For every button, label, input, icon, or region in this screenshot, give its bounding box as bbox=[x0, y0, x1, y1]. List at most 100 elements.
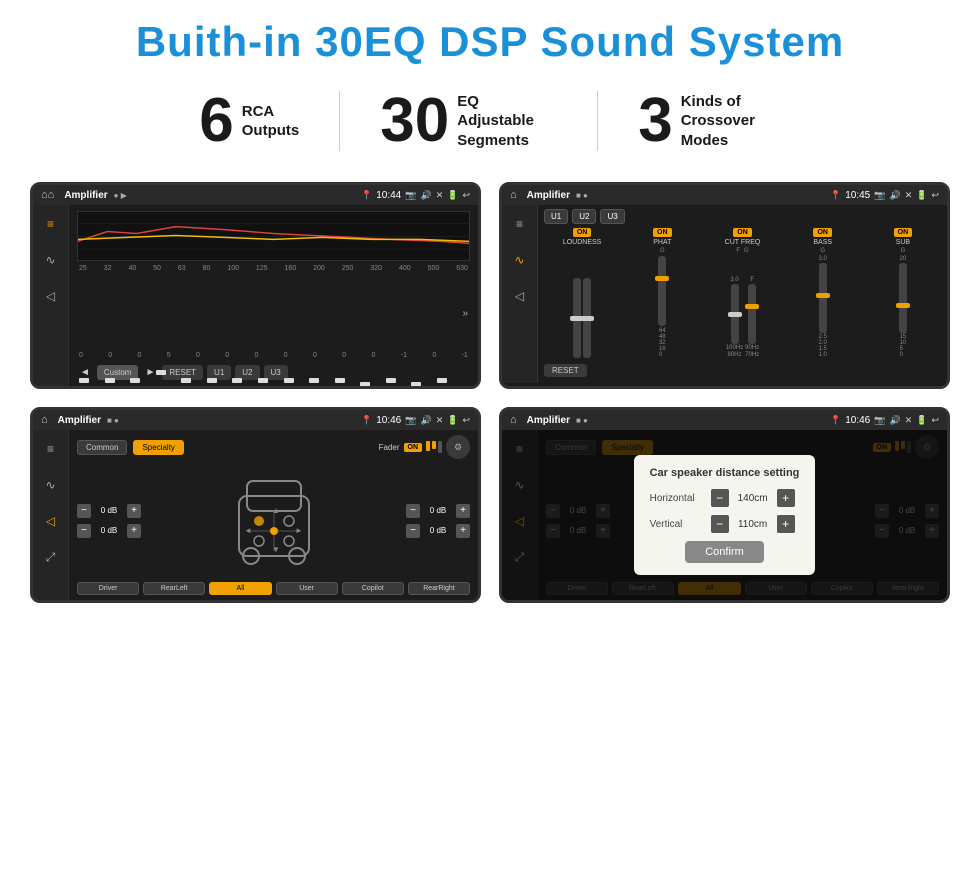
bass-label: BASS bbox=[813, 239, 832, 246]
home-icon-3[interactable]: ⌂ bbox=[41, 414, 48, 426]
loudness-on[interactable]: ON bbox=[573, 228, 592, 237]
status-icons-1: 📍 10:44 📷 🔊 ✕ 🔋 ↩ bbox=[361, 190, 470, 201]
fader-on-badge[interactable]: ON bbox=[404, 443, 423, 452]
vol-tr: − 0 dB + bbox=[406, 504, 470, 518]
vol-tl-minus[interactable]: − bbox=[77, 504, 91, 518]
btn-copilot[interactable]: Copilot bbox=[342, 582, 404, 595]
btn-driver[interactable]: Driver bbox=[77, 582, 139, 595]
eq-icon-1[interactable]: ≡ bbox=[40, 213, 62, 235]
btn-user[interactable]: User bbox=[276, 582, 338, 595]
stat-eq-number: 30 bbox=[380, 90, 449, 152]
sub-on[interactable]: ON bbox=[894, 228, 913, 237]
phat-val: 644832160 bbox=[659, 328, 666, 358]
back-icon-4[interactable]: ↩ bbox=[931, 415, 939, 426]
sub-sublabel: G bbox=[901, 248, 906, 254]
back-icon-3[interactable]: ↩ bbox=[462, 415, 470, 426]
svg-text:▲: ▲ bbox=[272, 506, 280, 515]
screen-dialog: ⌂ Amplifier ■ ● 📍 10:46 📷 🔊 ✕ 🔋 ↩ ≡ ∿ ◁ … bbox=[499, 407, 950, 603]
horizontal-label: Horizontal bbox=[650, 493, 705, 504]
horizontal-control: − 140cm + bbox=[711, 489, 800, 507]
fader-label: Fader bbox=[379, 443, 400, 452]
bass-on[interactable]: ON bbox=[813, 228, 832, 237]
bass-track[interactable] bbox=[819, 263, 827, 333]
time-3: 10:46 bbox=[376, 415, 401, 426]
cutfreq-track-g[interactable] bbox=[748, 284, 756, 344]
left-sidebar-3: ≡ ∿ ◁ ⤢ bbox=[33, 430, 69, 600]
tab-common[interactable]: Common bbox=[77, 440, 127, 455]
stat-rca-number: 6 bbox=[199, 90, 233, 152]
expand-icon-3[interactable]: ⤢ bbox=[40, 546, 62, 568]
fader-control-row: Fader ON ⚙ bbox=[190, 435, 470, 459]
cutfreq-on[interactable]: ON bbox=[733, 228, 752, 237]
horizontal-value: 140cm bbox=[733, 493, 773, 504]
phat-on[interactable]: ON bbox=[653, 228, 672, 237]
status-bar-3: ⌂ Amplifier ■ ● 📍 10:46 📷 🔊 ✕ 🔋 ↩ bbox=[33, 410, 478, 430]
vertical-plus[interactable]: + bbox=[777, 515, 795, 533]
time-4: 10:46 bbox=[845, 415, 870, 426]
vol-icon-2[interactable]: ◁ bbox=[509, 285, 531, 307]
vol-br-plus[interactable]: + bbox=[456, 524, 470, 538]
settings-circle[interactable]: ⚙ bbox=[446, 435, 470, 459]
vol-tr-minus[interactable]: − bbox=[406, 504, 420, 518]
cutfreq-sublabels: FG bbox=[736, 248, 748, 254]
vol-bl-plus[interactable]: + bbox=[127, 524, 141, 538]
right-vol-controls: − 0 dB + − 0 dB + bbox=[406, 465, 470, 576]
btn-all[interactable]: All bbox=[209, 582, 271, 595]
wave-icon-3[interactable]: ∿ bbox=[40, 474, 62, 496]
home-icon-4[interactable]: ⌂ bbox=[510, 414, 517, 426]
stat-rca-label: RCAOutputs bbox=[242, 102, 300, 141]
home-icon-1[interactable]: ⌂ bbox=[41, 189, 54, 201]
screen-body-4: ≡ ∿ ◁ ⤢ Common Specialty ON bbox=[502, 430, 947, 600]
status-icons-2: 📍 10:45 📷 🔊 ✕ 🔋 ↩ bbox=[830, 190, 939, 201]
eq-prev[interactable]: ◄ bbox=[77, 367, 93, 378]
svg-text:▼: ▼ bbox=[272, 545, 280, 554]
phat-track[interactable] bbox=[658, 256, 666, 326]
wave-icon-1[interactable]: ∿ bbox=[40, 249, 62, 271]
eq-icon-2[interactable]: ≡ bbox=[509, 213, 531, 235]
eq-icon-3[interactable]: ≡ bbox=[40, 438, 62, 460]
cutfreq-thumb-g bbox=[745, 304, 759, 309]
vol-icon-3[interactable]: ◁ bbox=[40, 510, 62, 532]
vol-tl-plus[interactable]: + bbox=[127, 504, 141, 518]
vol-br-minus[interactable]: − bbox=[406, 524, 420, 538]
loudness-track-2[interactable] bbox=[583, 278, 591, 358]
speaker-content: Common Specialty Fader ON ⚙ bbox=[69, 430, 478, 600]
vertical-minus[interactable]: − bbox=[711, 515, 729, 533]
horizontal-plus[interactable]: + bbox=[777, 489, 795, 507]
btn-rearleft[interactable]: RearLeft bbox=[143, 582, 205, 595]
preset-u3[interactable]: U3 bbox=[600, 209, 624, 224]
cutfreq-thumb-f bbox=[728, 312, 742, 317]
speaker-tabs-row: Common Specialty Fader ON ⚙ bbox=[77, 435, 470, 459]
dialog-title: Car speaker distance setting bbox=[650, 467, 800, 479]
volume-icon-4: 🔊 bbox=[889, 415, 900, 426]
location-icon-2: 📍 bbox=[830, 190, 841, 201]
btn-rearright[interactable]: RearRight bbox=[408, 582, 470, 595]
loudness-thumb-2 bbox=[580, 316, 594, 321]
wave-icon-2[interactable]: ∿ bbox=[509, 249, 531, 271]
horizontal-row: Horizontal − 140cm + bbox=[650, 489, 800, 507]
vol-bl: − 0 dB + bbox=[77, 524, 141, 538]
speaker-main: − 0 dB + − 0 dB + bbox=[77, 465, 470, 576]
amp-reset-btn[interactable]: RESET bbox=[544, 364, 587, 377]
app-name-4: Amplifier bbox=[527, 415, 570, 426]
back-icon-1[interactable]: ↩ bbox=[462, 190, 470, 201]
app-name-2: Amplifier bbox=[527, 190, 570, 201]
status-icons-4: 📍 10:46 📷 🔊 ✕ 🔋 ↩ bbox=[830, 415, 939, 426]
preset-u1[interactable]: U1 bbox=[544, 209, 568, 224]
reset-row: RESET bbox=[544, 362, 941, 379]
back-icon-2[interactable]: ↩ bbox=[931, 190, 939, 201]
sub-track[interactable] bbox=[899, 263, 907, 333]
cutfreq-track-f[interactable] bbox=[731, 284, 739, 344]
tab-specialty[interactable]: Specialty bbox=[133, 440, 183, 455]
home-icon-2[interactable]: ⌂ bbox=[510, 189, 517, 201]
preset-u2[interactable]: U2 bbox=[572, 209, 596, 224]
confirm-button[interactable]: Confirm bbox=[685, 541, 764, 563]
vol-icon-1[interactable]: ◁ bbox=[40, 285, 62, 307]
expand-arrows[interactable]: » bbox=[462, 308, 468, 319]
horizontal-minus[interactable]: − bbox=[711, 489, 729, 507]
time-1: 10:44 bbox=[376, 190, 401, 201]
car-svg: ▲ ▼ ◄ ► bbox=[229, 466, 319, 576]
vol-br-value: 0 dB bbox=[424, 526, 452, 535]
vol-tr-plus[interactable]: + bbox=[456, 504, 470, 518]
vol-bl-minus[interactable]: − bbox=[77, 524, 91, 538]
